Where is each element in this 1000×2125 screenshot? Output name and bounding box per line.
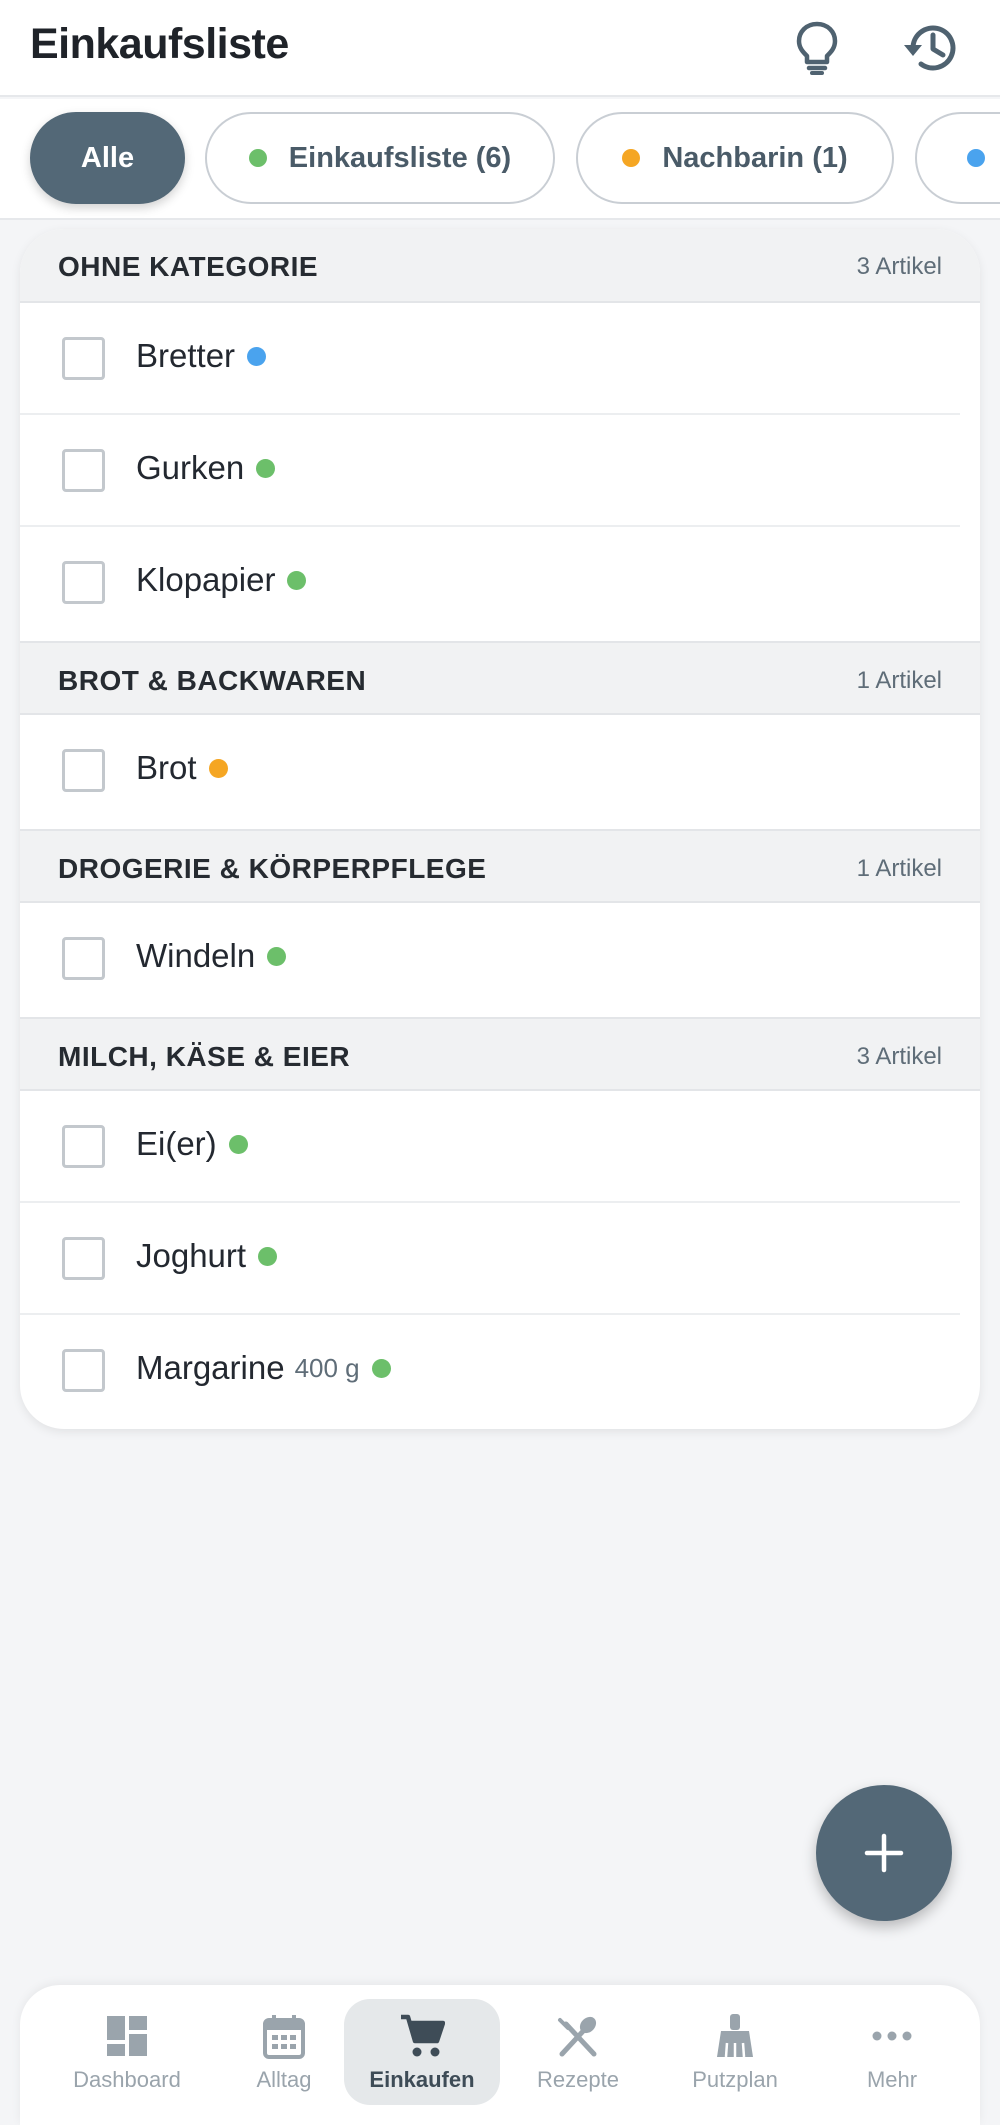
bottom-navigation: Dashboard Alltag Einkaufen Rezepte Putzp… [20, 1985, 980, 2125]
item-quantity: 400 g [294, 1352, 360, 1383]
item-label: Klopapier [136, 561, 276, 598]
dashboard-icon [106, 2011, 148, 2061]
category-name: DROGERIE & KÖRPERPFLEGE [58, 853, 487, 884]
lightbulb-icon[interactable] [787, 18, 847, 78]
filter-chip-alle[interactable]: Alle [30, 112, 185, 204]
category-header: DROGERIE & KÖRPERPFLEGE 1 Artikel [20, 829, 980, 903]
category-count: 3 Artikel [856, 253, 942, 280]
category-name: BROT & BACKWAREN [58, 665, 367, 696]
page-title: Einkaufsliste [30, 20, 289, 68]
list-color-dot-icon [247, 346, 267, 366]
nav-einkaufen[interactable]: Einkaufen [344, 1999, 500, 2105]
item-label: Gurken [136, 449, 245, 486]
nav-putzplan[interactable]: Putzplan [657, 1999, 813, 2105]
nav-label: Einkaufen [369, 2067, 475, 2092]
item-checkbox[interactable] [62, 937, 105, 980]
item-label: Bretter [136, 337, 236, 374]
utensils-icon [556, 2011, 600, 2061]
app-header: Einkaufsliste [0, 0, 1000, 97]
item-label: Margarine [136, 1349, 285, 1386]
list-color-dot-icon [228, 1134, 248, 1154]
category-name: MILCH, KÄSE & EIER [58, 1041, 351, 1072]
list-color-dot-icon [267, 946, 287, 966]
item-checkbox[interactable] [62, 561, 105, 604]
filter-chip-label: Nachbarin (1) [662, 141, 848, 174]
category-header: MILCH, KÄSE & EIER 3 Artikel [20, 1017, 980, 1091]
nav-label: Mehr [866, 2067, 918, 2092]
list-item[interactable]: Ei(er) [20, 1091, 980, 1203]
plus-icon [864, 1833, 904, 1873]
list-item[interactable]: Brot [20, 715, 980, 827]
list-item[interactable]: Margarine 400 g [20, 1315, 980, 1427]
list-item[interactable]: Joghurt [20, 1203, 980, 1315]
nav-rezepte[interactable]: Rezepte [500, 1999, 656, 2105]
category-name: OHNE KATEGORIE [58, 251, 319, 282]
blue-dot-icon [967, 149, 985, 167]
filter-chip-label: Einkaufsliste (6) [288, 141, 512, 174]
list-color-dot-icon [256, 458, 276, 478]
item-label: Ei(er) [136, 1125, 217, 1162]
item-checkbox[interactable] [62, 1125, 105, 1168]
list-color-dot-icon [287, 570, 307, 590]
filter-chip-nachbarin[interactable]: Nachbarin (1) [576, 112, 894, 204]
list-item[interactable]: Klopapier [20, 527, 980, 639]
nav-label: Dashboard [73, 2067, 181, 2092]
list-color-dot-icon [208, 758, 228, 778]
list-item[interactable]: Gurken [20, 415, 980, 527]
item-checkbox[interactable] [62, 449, 105, 492]
more-icon [872, 2011, 912, 2061]
nav-mehr[interactable]: Mehr [814, 1999, 970, 2105]
list-item[interactable]: Windeln [20, 903, 980, 1015]
list-color-dot-icon [371, 1358, 391, 1378]
category-header: BROT & BACKWAREN 1 Artikel [20, 641, 980, 715]
list-item[interactable]: Bretter [20, 303, 980, 415]
filter-chip-more[interactable] [915, 112, 1000, 204]
nav-label: Putzplan [692, 2067, 778, 2092]
item-label: Brot [136, 749, 197, 786]
item-label: Joghurt [136, 1237, 247, 1274]
item-checkbox[interactable] [62, 749, 105, 792]
filter-chip-label: Alle [80, 141, 135, 174]
orange-dot-icon [622, 149, 641, 167]
shopping-list-card: OHNE KATEGORIE 3 Artikel Bretter Gurken … [20, 229, 980, 1429]
green-dot-icon [248, 149, 267, 167]
nav-alltag[interactable]: Alltag [206, 1999, 362, 2105]
history-icon[interactable] [900, 18, 960, 78]
nav-label: Rezepte [537, 2067, 619, 2092]
item-checkbox[interactable] [62, 337, 105, 380]
calendar-icon [263, 2011, 305, 2061]
item-checkbox[interactable] [62, 1349, 105, 1392]
filter-bar: Alle Einkaufsliste (6) Nachbarin (1) [0, 99, 1000, 220]
item-label: Windeln [136, 937, 256, 974]
add-item-button[interactable] [816, 1785, 952, 1921]
filter-chip-einkaufsliste[interactable]: Einkaufsliste (6) [205, 112, 555, 204]
list-color-dot-icon [258, 1246, 278, 1266]
nav-label: Alltag [256, 2067, 312, 2092]
broom-icon [713, 2011, 757, 2061]
cart-icon [399, 2011, 445, 2061]
category-count: 1 Artikel [856, 855, 942, 882]
nav-dashboard[interactable]: Dashboard [49, 1999, 205, 2105]
category-count: 3 Artikel [856, 1043, 942, 1070]
category-count: 1 Artikel [856, 667, 942, 694]
item-checkbox[interactable] [62, 1237, 105, 1280]
category-header: OHNE KATEGORIE 3 Artikel [20, 229, 980, 303]
